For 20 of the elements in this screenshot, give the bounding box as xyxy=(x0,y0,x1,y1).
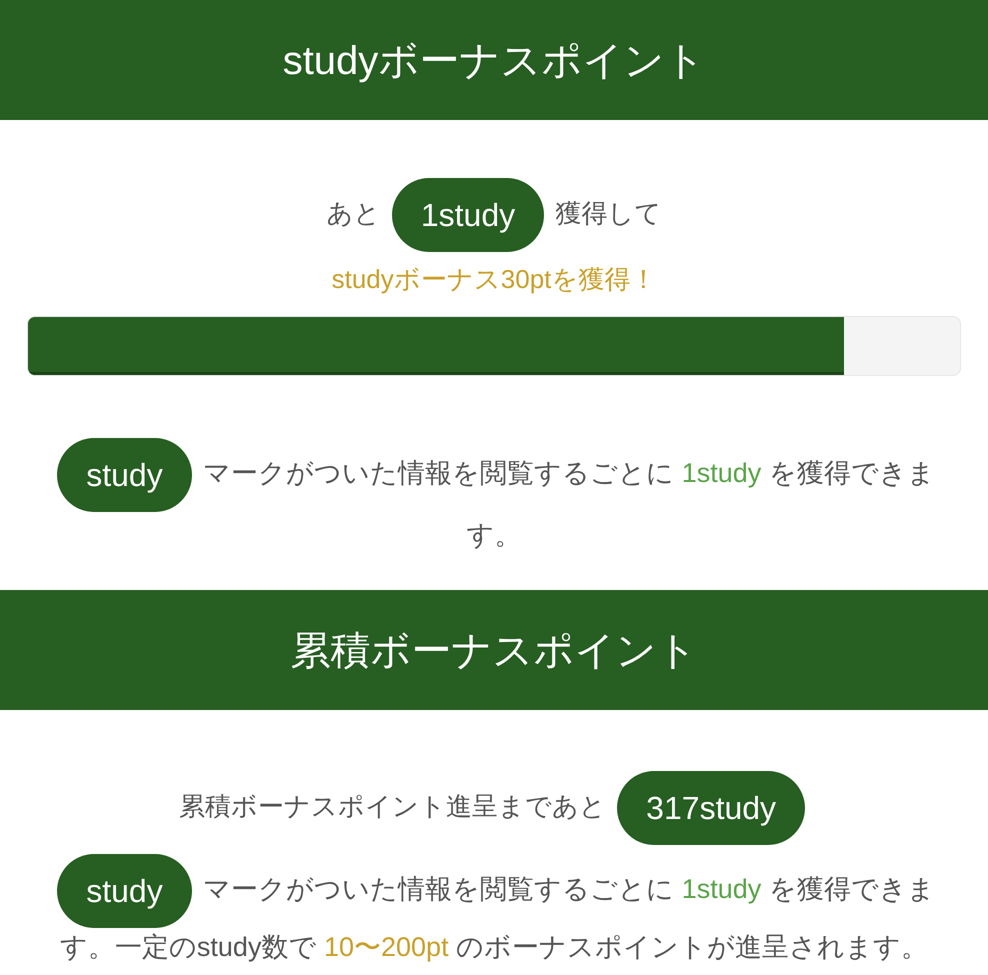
info-text: す。 xyxy=(466,520,522,550)
info-text: マークがついた情報を閲覧するごとに xyxy=(203,874,674,904)
bonus-text: studyボーナス30ptを獲得！ xyxy=(332,264,656,294)
info-text: を獲得できま xyxy=(768,874,935,904)
section-title: studyボーナスポイント xyxy=(282,38,706,84)
study-badge: study xyxy=(57,438,192,512)
study-badge: 317study xyxy=(617,771,806,845)
study-badge: 1study xyxy=(392,178,544,252)
info-text: マークがついた情報を閲覧するごとに xyxy=(203,458,674,488)
section-title: 累積ボーナスポイント xyxy=(290,628,698,674)
bonus-text: 10〜200pt xyxy=(324,932,449,962)
study-badge: study xyxy=(57,854,192,928)
info-text: 獲得して xyxy=(555,198,662,228)
info-text: す。一定のstudy数で xyxy=(60,932,316,962)
info-text: 累積ボーナスポイント進呈まであと xyxy=(178,790,606,821)
info-text: を獲得できま xyxy=(768,458,935,488)
info-text: のボーナスポイントが進呈されます。 xyxy=(456,932,928,962)
study-count: 1study xyxy=(682,874,762,904)
info-text: あと xyxy=(326,198,381,228)
study-count: 1study xyxy=(682,458,762,488)
